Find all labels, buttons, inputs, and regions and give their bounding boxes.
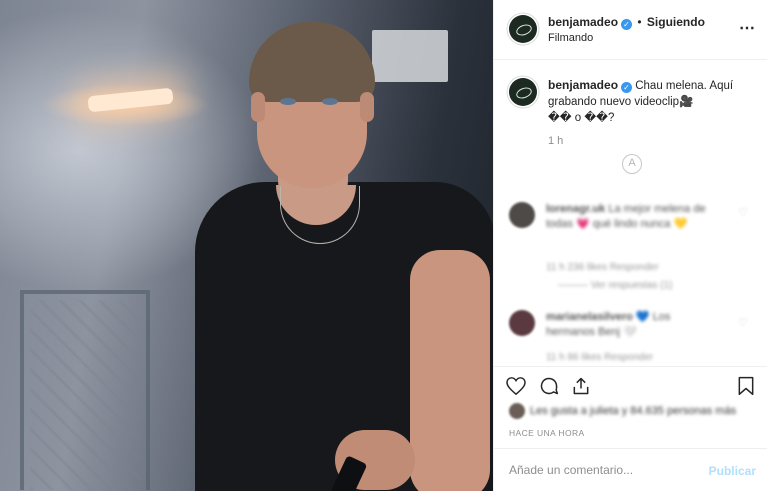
post-location[interactable]: Filmando xyxy=(548,32,593,44)
post-timestamp: HACE UNA HORA xyxy=(509,428,585,438)
comment-text: marianelasilvero 💙 Los hermanos Benj 🤍 xyxy=(546,310,721,340)
comment-meta[interactable]: 11 h 86 likes Responder xyxy=(546,352,653,363)
comment-icon[interactable] xyxy=(538,375,560,397)
caption-text-block: benjamadeo ✓ Chau melena. Aquí grabando n… xyxy=(548,77,753,126)
author-username[interactable]: benjamadeo xyxy=(548,15,618,29)
caption-verified-icon: ✓ xyxy=(621,82,633,93)
view-replies[interactable]: ——— Ver respuestas (1) xyxy=(558,280,672,291)
person-eye-right xyxy=(322,98,338,105)
caption-author-username[interactable]: benjamadeo xyxy=(548,78,618,92)
stage-frame xyxy=(20,290,150,490)
caption-text-line2: �� o ��? xyxy=(548,112,615,124)
heart-icon[interactable] xyxy=(505,375,527,397)
publish-button[interactable]: Publicar xyxy=(709,464,756,478)
person-eye-left xyxy=(280,98,296,105)
person-ear-right xyxy=(360,92,374,122)
comment-like-icon[interactable]: ♡ xyxy=(738,206,748,219)
separator-dot: • xyxy=(637,15,642,29)
following-button[interactable]: Siguiendo xyxy=(647,15,705,29)
author-avatar[interactable] xyxy=(509,15,537,43)
person-arm xyxy=(410,250,490,491)
comment-text: lorenagr.uk La mejor melena de todas 💗 q… xyxy=(546,202,721,232)
caption-author-avatar[interactable] xyxy=(509,78,537,106)
comment-like-icon[interactable]: ♡ xyxy=(738,316,748,329)
comment-username[interactable]: marianelasilvero xyxy=(546,311,633,323)
comment-meta[interactable]: 11 h 236 likes Responder xyxy=(546,262,659,273)
more-options-icon[interactable]: ⋯ xyxy=(739,18,756,38)
bookmark-icon[interactable] xyxy=(735,375,757,397)
person-ear-left xyxy=(251,92,265,122)
caption-time: 1 h xyxy=(548,135,564,147)
air-conditioner xyxy=(372,30,448,82)
stage-light xyxy=(87,87,174,113)
comment-input[interactable] xyxy=(509,459,699,481)
comment-avatar[interactable] xyxy=(509,310,535,336)
comment-avatar[interactable] xyxy=(509,202,535,228)
likes-summary[interactable]: Les gusta a julieta y 84.635 personas má… xyxy=(494,402,767,420)
translate-icon[interactable]: A xyxy=(622,154,642,174)
comment-composer: Publicar xyxy=(494,448,767,491)
author-line: benjamadeo ✓ • Siguiendo xyxy=(548,15,705,30)
post-actions-bar xyxy=(494,366,767,404)
share-icon[interactable] xyxy=(570,375,592,397)
post-photo[interactable] xyxy=(0,0,493,491)
comment-body-extra: nunca 💛 xyxy=(640,218,688,230)
verified-badge-icon: ✓ xyxy=(621,19,633,30)
liker-avatar xyxy=(509,403,525,419)
likes-text: Les gusta a julieta y 84.635 personas má… xyxy=(530,405,737,417)
post-side-panel: benjamadeo ✓ • Siguiendo Filmando ⋯ benja… xyxy=(493,0,767,491)
post-header: benjamadeo ✓ • Siguiendo Filmando ⋯ xyxy=(494,0,767,60)
person-hair xyxy=(249,22,375,102)
comment-username[interactable]: lorenagr.uk xyxy=(546,203,605,215)
